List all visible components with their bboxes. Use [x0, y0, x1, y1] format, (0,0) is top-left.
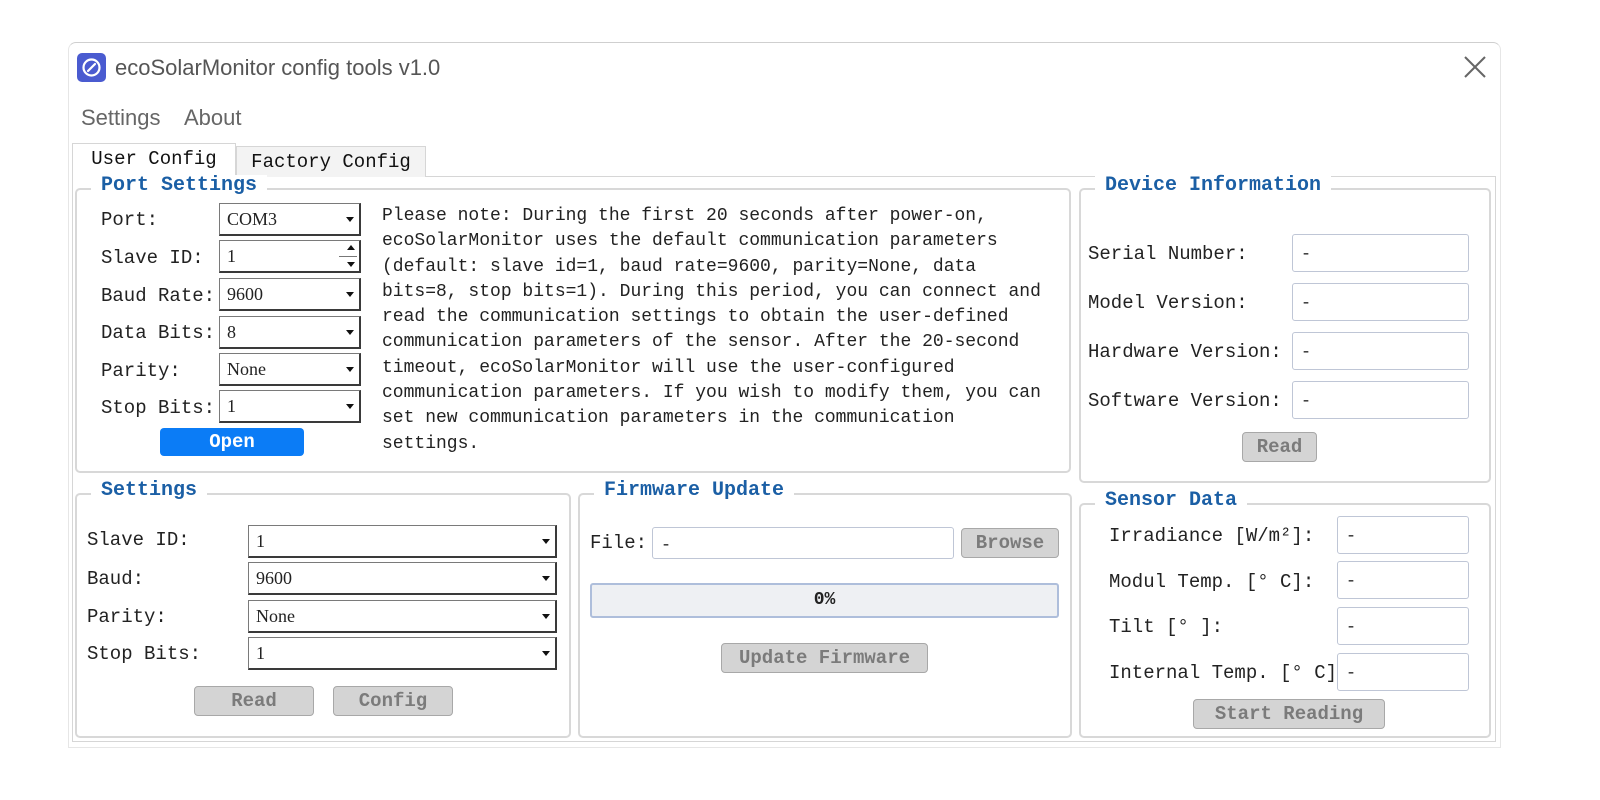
stop-bits-value: 1 — [227, 396, 236, 416]
slave-id-spinbox[interactable]: 1 — [219, 240, 361, 273]
spin-down-icon[interactable] — [347, 262, 355, 267]
chevron-down-icon — [346, 367, 354, 372]
stop-bits-label: Stop Bits: — [101, 397, 216, 419]
update-firmware-button[interactable]: Update Firmware — [721, 643, 928, 673]
tilt-label: Tilt [° ]: — [1109, 616, 1224, 638]
parity-label: Parity: — [101, 360, 181, 382]
hardware-version-field[interactable]: - — [1292, 332, 1469, 370]
chevron-down-icon — [346, 404, 354, 409]
baud-rate-label: Baud Rate: — [101, 285, 216, 307]
settings-slave-id-select[interactable]: 1 — [248, 525, 557, 558]
firmware-title: Firmware Update — [594, 480, 795, 502]
model-version-label: Model Version: — [1088, 292, 1248, 314]
baud-rate-select[interactable]: 9600 — [219, 278, 361, 311]
software-version-field[interactable]: - — [1292, 381, 1469, 419]
stop-bits-select[interactable]: 1 — [219, 390, 361, 423]
tab-user-config[interactable]: User Config — [72, 143, 236, 177]
modul-temp-label: Modul Temp. [° C]: — [1109, 571, 1315, 593]
device-read-button[interactable]: Read — [1242, 432, 1317, 462]
settings-config-button[interactable]: Config — [333, 686, 453, 716]
baud-rate-value: 9600 — [227, 284, 263, 304]
spin-up-icon[interactable] — [347, 245, 355, 250]
modul-temp-field[interactable]: - — [1337, 561, 1469, 599]
chevron-down-icon — [346, 217, 354, 222]
file-label: File: — [590, 532, 648, 554]
settings-parity-select[interactable]: None — [248, 600, 557, 633]
chevron-down-icon — [542, 614, 550, 619]
hardware-version-label: Hardware Version: — [1088, 341, 1282, 363]
slave-id-label: Slave ID: — [101, 247, 204, 269]
port-label: Port: — [101, 209, 159, 231]
internal-temp-field[interactable]: - — [1337, 653, 1469, 691]
port-note-text: Please note: During the first 20 seconds… — [382, 206, 1041, 454]
settings-stop-bits-value: 1 — [256, 643, 265, 663]
gauge-icon — [77, 53, 106, 82]
internal-temp-label: Internal Temp. [° C]: — [1109, 662, 1349, 684]
device-info-title: Device Information — [1095, 175, 1332, 197]
parity-value: None — [227, 359, 266, 379]
settings-baud-value: 9600 — [256, 568, 292, 588]
menu-settings[interactable]: Settings — [81, 105, 161, 131]
chevron-down-icon — [346, 330, 354, 335]
settings-stop-bits-select[interactable]: 1 — [248, 637, 557, 670]
settings-read-button[interactable]: Read — [194, 686, 314, 716]
data-bits-value: 8 — [227, 322, 236, 342]
chevron-down-icon — [542, 539, 550, 544]
settings-parity-value: None — [256, 606, 295, 626]
data-bits-select[interactable]: 8 — [219, 316, 361, 349]
firmware-progress-bar: 0% — [590, 583, 1059, 618]
serial-number-label: Serial Number: — [1088, 243, 1248, 265]
port-value: COM3 — [227, 209, 278, 229]
settings-baud-label: Baud: — [87, 568, 145, 590]
open-button[interactable]: Open — [160, 428, 304, 456]
irradiance-label: Irradiance [W/m²]: — [1109, 525, 1315, 547]
tab-factory-config[interactable]: Factory Config — [236, 146, 426, 177]
port-settings-title: Port Settings — [91, 175, 268, 197]
file-path-field[interactable]: - — [652, 527, 954, 559]
settings-parity-label: Parity: — [87, 606, 167, 628]
settings-stop-bits-label: Stop Bits: — [87, 643, 202, 665]
slave-id-value: 1 — [227, 246, 236, 266]
chevron-down-icon — [542, 651, 550, 656]
parity-select[interactable]: None — [219, 353, 361, 386]
window-title: ecoSolarMonitor config tools v1.0 — [115, 55, 441, 80]
model-version-field[interactable]: - — [1292, 283, 1469, 321]
settings-slave-id-label: Slave ID: — [87, 529, 190, 551]
chevron-down-icon — [346, 292, 354, 297]
chevron-down-icon — [542, 576, 550, 581]
data-bits-label: Data Bits: — [101, 322, 216, 344]
menu-about[interactable]: About — [184, 105, 242, 131]
serial-number-field[interactable]: - — [1292, 234, 1469, 272]
tilt-field[interactable]: - — [1337, 607, 1469, 645]
start-reading-button[interactable]: Start Reading — [1193, 699, 1385, 729]
port-select[interactable]: COM3 — [219, 203, 361, 236]
browse-button[interactable]: Browse — [961, 528, 1059, 558]
close-icon[interactable] — [1458, 50, 1492, 84]
settings-slave-id-value: 1 — [256, 531, 265, 551]
firmware-progress-text: 0% — [813, 590, 836, 610]
irradiance-field[interactable]: - — [1337, 516, 1469, 554]
software-version-label: Software Version: — [1088, 390, 1282, 412]
settings-title: Settings — [91, 480, 208, 502]
settings-baud-select[interactable]: 9600 — [248, 562, 557, 595]
sensor-data-title: Sensor Data — [1095, 490, 1248, 512]
